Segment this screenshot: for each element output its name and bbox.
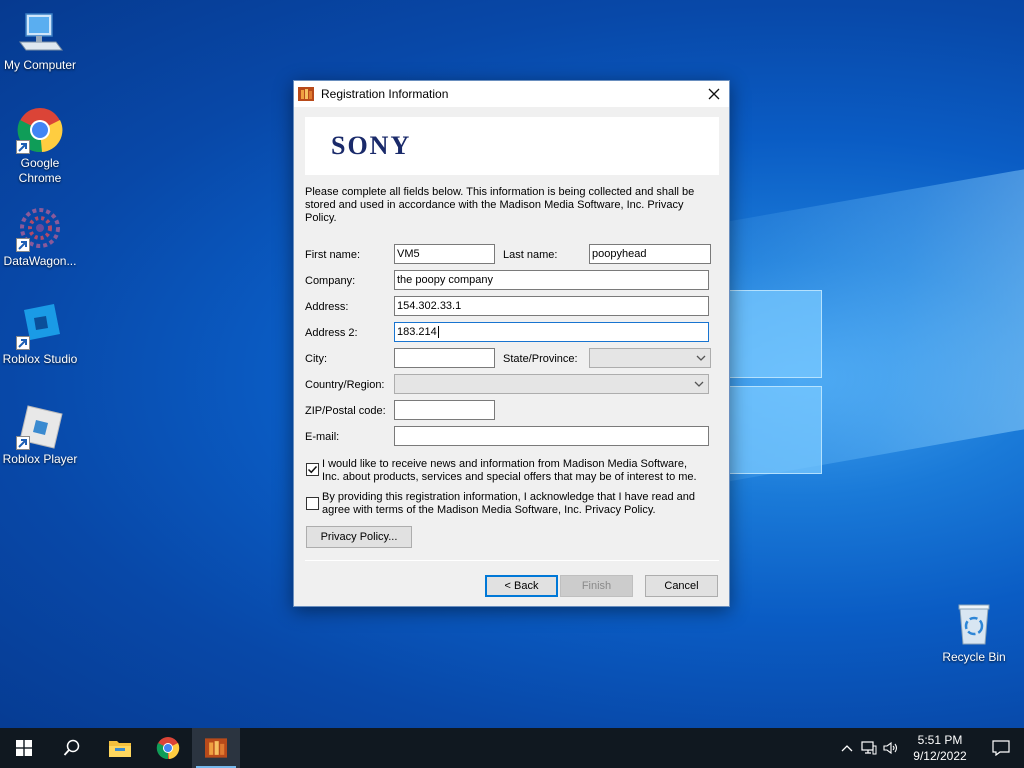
first-name-field[interactable]: VM5 [394, 244, 495, 264]
country-dropdown[interactable] [394, 374, 709, 394]
city-field[interactable] [394, 348, 495, 368]
show-hidden-icons-chevron-up-icon[interactable] [836, 728, 858, 768]
dialog-separator [305, 560, 719, 561]
roblox-player-icon [16, 402, 64, 450]
desktop-icon-datawagon[interactable]: DataWagon... [0, 204, 80, 269]
desktop-icon-roblox-studio[interactable]: Roblox Studio [0, 302, 80, 367]
chevron-down-icon [696, 352, 706, 364]
search-button[interactable] [48, 728, 96, 768]
start-button[interactable] [0, 728, 48, 768]
company-label: Company: [305, 275, 356, 287]
taskbar-clock[interactable]: 5:51 PM 9/12/2022 [902, 732, 978, 764]
shortcut-arrow-icon [16, 140, 30, 154]
newsletter-checkbox-label[interactable]: I would like to receive news and informa… [322, 458, 702, 484]
roblox-studio-icon [16, 302, 64, 350]
chrome-icon [16, 106, 64, 154]
state-dropdown[interactable] [589, 348, 711, 368]
last-name-field[interactable]: poopyhead [589, 244, 711, 264]
vegas-app-icon [298, 86, 314, 102]
taskbar-file-explorer[interactable] [96, 728, 144, 768]
first-name-label: First name: [305, 249, 361, 261]
vegas-app-icon [205, 738, 227, 758]
sony-banner: SONY [305, 117, 719, 175]
desktop-icon-label: My Computer [3, 58, 77, 72]
desktop-icon-google-chrome[interactable]: Google Chrome [0, 106, 80, 186]
text-caret [437, 326, 439, 339]
zip-label: ZIP/Postal code: [305, 405, 386, 417]
email-label: E-mail: [305, 431, 340, 443]
agree-terms-checkbox-label[interactable]: By providing this registration informati… [322, 491, 702, 517]
desktop-icon-recycle-bin[interactable]: Recycle Bin [934, 600, 1014, 665]
clock-time: 5:51 PM [917, 733, 963, 747]
agree-terms-checkbox[interactable] [306, 497, 319, 510]
recycle-bin-icon [950, 600, 998, 648]
desktop-icon-label: Roblox Player [2, 452, 78, 466]
last-name-label: Last name: [503, 249, 558, 261]
windows-start-icon [16, 740, 32, 756]
dialog-title: Registration Information [321, 87, 449, 101]
address-label: Address: [305, 301, 349, 313]
notification-center-icon[interactable] [978, 728, 1024, 768]
taskbar-vegas-installer[interactable] [192, 728, 240, 768]
close-icon[interactable] [699, 82, 729, 106]
registration-dialog: Registration Information SONY Please com… [293, 80, 730, 607]
sony-logo: SONY [331, 131, 412, 160]
datawagon-icon [16, 204, 64, 252]
back-button[interactable]: < Back [485, 575, 558, 597]
desktop-icon-my-computer[interactable]: My Computer [0, 8, 80, 73]
company-field[interactable]: the poopy company [394, 270, 709, 290]
address2-label: Address 2: [305, 327, 358, 339]
shortcut-arrow-icon [16, 238, 30, 252]
volume-icon[interactable] [880, 728, 902, 768]
system-tray: 5:51 PM 9/12/2022 [836, 728, 1024, 768]
clock-date: 9/12/2022 [913, 749, 967, 763]
desktop-icon-label: Google Chrome [18, 156, 62, 185]
finish-button[interactable]: Finish [560, 575, 633, 597]
state-label: State/Province: [503, 353, 578, 365]
desktop-icon-label: Recycle Bin [942, 650, 1006, 664]
dialog-titlebar[interactable]: Registration Information [294, 81, 729, 107]
desktop-icon-label: Roblox Studio [2, 352, 78, 366]
chrome-icon [156, 737, 180, 760]
email-field[interactable] [394, 426, 709, 446]
taskbar-chrome[interactable] [144, 728, 192, 768]
privacy-policy-button[interactable]: Privacy Policy... [306, 526, 412, 548]
zip-field[interactable] [394, 400, 495, 420]
shortcut-arrow-icon [16, 436, 30, 450]
desktop-icon-label: DataWagon... [3, 254, 77, 268]
address2-value: 183.214 [397, 326, 437, 338]
address2-field[interactable]: 183.214 [394, 322, 709, 342]
shortcut-arrow-icon [16, 336, 30, 350]
address-field[interactable]: 154.302.33.1 [394, 296, 709, 316]
country-label: Country/Region: [305, 379, 385, 391]
network-icon[interactable] [858, 728, 880, 768]
wallpaper-windows-logo [728, 290, 824, 490]
chevron-down-icon [694, 378, 704, 390]
taskbar: 5:51 PM 9/12/2022 [0, 728, 1024, 768]
desktop-icon-roblox-player[interactable]: Roblox Player [0, 402, 80, 467]
city-label: City: [305, 353, 327, 365]
intro-text: Please complete all fields below. This i… [305, 186, 695, 224]
folder-icon [109, 741, 131, 757]
newsletter-checkbox[interactable] [306, 463, 319, 476]
computer-icon [16, 8, 64, 56]
search-icon [63, 739, 80, 756]
cancel-button[interactable]: Cancel [645, 575, 718, 597]
